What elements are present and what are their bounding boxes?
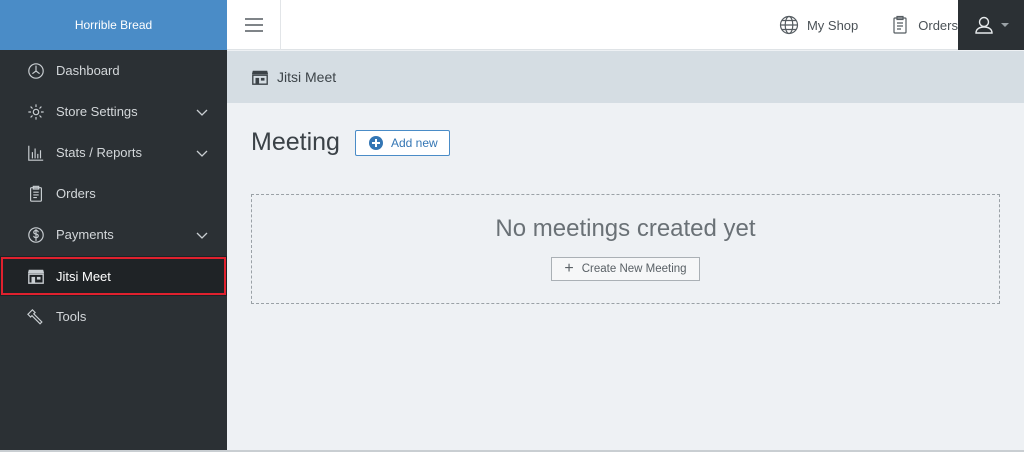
hamburger-icon [244, 18, 263, 32]
top-nav: My Shop Orders [747, 0, 958, 50]
hamburger-menu-button[interactable] [227, 0, 281, 50]
plus-circle-icon [368, 135, 383, 150]
sidebar-nav: Dashboard Store Settings Stats / Reports… [0, 50, 227, 337]
orders-link[interactable]: Orders [890, 15, 958, 35]
heading-row: Meeting Add new [251, 128, 1000, 157]
dollar-icon [26, 225, 46, 245]
empty-state: No meetings created yet + Create New Mee… [251, 194, 1000, 304]
sidebar-item-dashboard[interactable]: Dashboard [0, 50, 227, 91]
breadcrumb-label: Jitsi Meet [277, 69, 337, 85]
plus-icon: + [564, 260, 574, 277]
create-new-meeting-label: Create New Meeting [581, 263, 687, 275]
sidebar-item-label: Tools [56, 309, 87, 324]
sidebar-item-label: Orders [56, 186, 96, 201]
top-bar: My Shop Orders [227, 0, 1024, 50]
sidebar-item-label: Payments [56, 227, 114, 242]
empty-state-title: No meetings created yet [495, 215, 756, 242]
gear-icon [26, 102, 46, 122]
add-new-button[interactable]: Add new [354, 129, 450, 156]
bar-chart-icon [26, 143, 46, 163]
sidebar-item-store-settings[interactable]: Store Settings [0, 91, 227, 132]
sidebar-item-stats-reports[interactable]: Stats / Reports [0, 132, 227, 173]
my-shop-link[interactable]: My Shop [779, 15, 858, 35]
chevron-down-icon[interactable] [195, 105, 209, 119]
wrench-icon [26, 307, 46, 327]
sidebar: Horrible Bread Dashboard Store Settings … [0, 0, 227, 452]
my-shop-label: My Shop [806, 17, 859, 33]
chevron-down-icon[interactable] [195, 146, 209, 160]
main-content: Meeting Add new No meetings created yet … [251, 103, 1000, 304]
orders-label: Orders [918, 17, 958, 33]
clipboard-icon [893, 15, 907, 34]
create-new-meeting-button[interactable]: + Create New Meeting [551, 257, 700, 281]
dashboard-icon [26, 61, 46, 81]
breadcrumb: Jitsi Meet [227, 51, 1024, 103]
sidebar-item-label: Stats / Reports [56, 145, 142, 160]
caret-down-icon [1000, 23, 1009, 27]
sidebar-item-label: Dashboard [56, 63, 120, 78]
storefront-icon [26, 266, 46, 286]
sidebar-item-label: Jitsi Meet [56, 268, 111, 284]
globe-icon [779, 15, 799, 35]
sidebar-item-jitsi-meet[interactable]: Jitsi Meet [0, 256, 227, 296]
chevron-down-icon[interactable] [195, 228, 209, 242]
sidebar-item-label: Store Settings [56, 104, 138, 119]
brand-name[interactable]: Horrible Bread [0, 0, 227, 50]
sidebar-item-payments[interactable]: Payments [0, 214, 227, 255]
user-menu-button[interactable] [958, 0, 1024, 50]
sidebar-item-orders[interactable]: Orders [0, 173, 227, 214]
sidebar-item-tools[interactable]: Tools [0, 296, 227, 337]
clipboard-icon [26, 184, 46, 204]
page-title: Meeting [251, 128, 340, 156]
storefront-icon [251, 70, 269, 85]
user-icon [974, 16, 993, 34]
add-new-label: Add new [390, 135, 438, 150]
